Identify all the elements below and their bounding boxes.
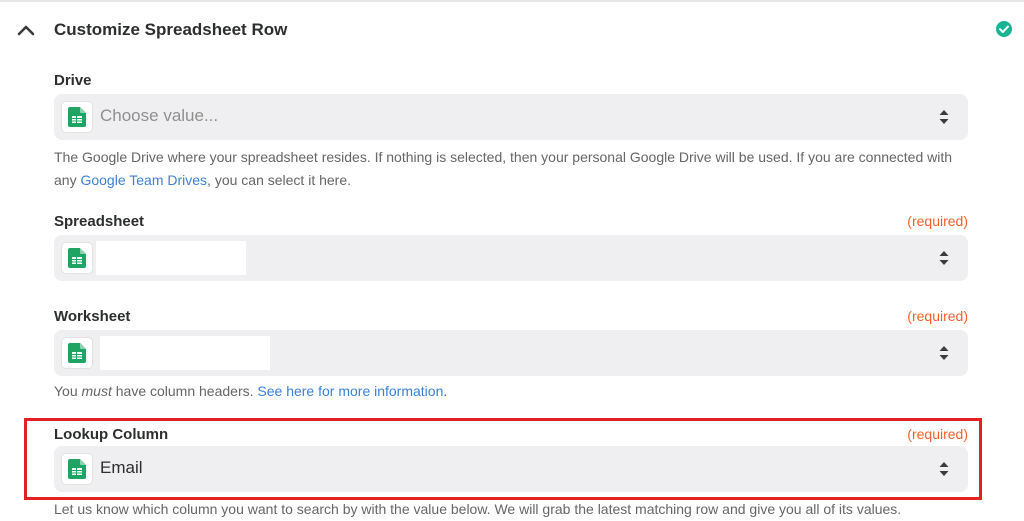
up-down-arrows-icon [938,108,950,126]
worksheet-help-text-end: . [443,383,448,399]
highlight-box [24,418,982,500]
worksheet-help: You must have column headers. See here f… [54,380,968,403]
drive-placeholder: Choose value... [100,106,219,125]
drive-label: Drive [54,72,92,89]
more-information-link[interactable]: See here for more information [257,383,443,399]
worksheet-required: (required) [907,308,968,324]
google-sheets-icon [62,102,92,132]
section-title: Customize Spreadsheet Row [54,20,288,39]
section-header: Customize Spreadsheet Row [0,10,1024,50]
spreadsheet-label: Spreadsheet [54,213,145,230]
worksheet-label: Worksheet [54,308,131,325]
redacted-value [96,241,246,275]
lookup-column-help: Let us know which column you want to sea… [54,501,902,517]
spreadsheet-select[interactable] [54,235,968,281]
worksheet-field: Worksheet (required) You must have colum… [54,308,968,399]
drive-help-text-end: , you can select it here. [207,172,352,188]
drive-select[interactable]: Choose value... [54,94,968,140]
up-down-arrows-icon [938,249,950,267]
redacted-value [100,336,270,370]
chevron-up-icon[interactable] [12,16,40,44]
drive-help: The Google Drive where your spreadsheet … [54,146,968,192]
spreadsheet-required: (required) [907,213,968,229]
up-down-arrows-icon [938,344,950,362]
drive-field: Drive Choose value... The Google Drive w… [54,72,968,188]
worksheet-help-text: You [54,383,82,399]
google-sheets-icon [62,243,92,273]
top-divider [0,0,1024,2]
worksheet-help-text-mid: have column headers. [111,383,258,399]
google-sheets-icon [62,338,92,368]
spreadsheet-field: Spreadsheet (required) [54,213,968,281]
worksheet-select[interactable] [54,330,968,376]
check-circle-icon [994,19,1014,39]
worksheet-help-emphasis: must [81,383,112,399]
google-team-drives-link[interactable]: Google Team Drives [80,172,207,188]
